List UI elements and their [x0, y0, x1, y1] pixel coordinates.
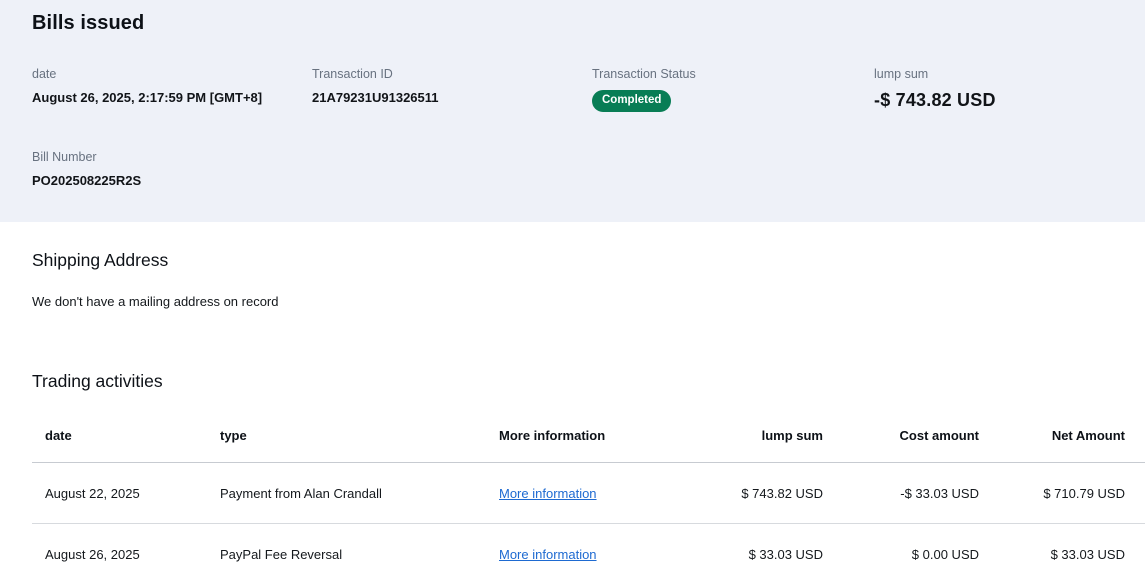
field-bill-number: Bill Number PO202508225R2S	[32, 150, 312, 188]
bill-summary-section: Bills issued date August 26, 2025, 2:17:…	[0, 0, 1145, 222]
field-date-value: August 26, 2025, 2:17:59 PM [GMT+8]	[32, 90, 263, 105]
field-transaction-id-value: 21A79231U91326511	[312, 90, 439, 105]
trading-activities-title: Trading activities	[32, 371, 163, 391]
column-header-type: type	[220, 408, 499, 463]
page-title: Bills issued	[32, 12, 145, 34]
cell-type: Payment from Alan Crandall	[220, 462, 499, 524]
field-lump-sum-label: lump sum	[874, 67, 929, 81]
trading-activities-section: Trading activities date type More inform…	[0, 309, 1145, 578]
cell-lump-sum: $ 33.03 USD	[680, 523, 823, 578]
field-transaction-id: Transaction ID 21A79231U91326511	[312, 67, 592, 112]
field-transaction-id-label: Transaction ID	[312, 67, 393, 81]
status-badge: Completed	[592, 90, 672, 112]
trading-activities-table: date type More information lump sum Cost…	[32, 408, 1145, 578]
table-row: August 22, 2025 Payment from Alan Cranda…	[32, 462, 1145, 524]
more-information-link[interactable]: More information	[499, 486, 597, 501]
field-lump-sum: lump sum -$ 743.82 USD	[874, 67, 1113, 112]
field-transaction-status-label: Transaction Status	[592, 67, 696, 81]
shipping-address-title: Shipping Address	[32, 250, 169, 270]
cell-net-amount: $ 710.79 USD	[979, 462, 1145, 524]
field-date-label: date	[32, 67, 57, 81]
field-transaction-status: Transaction Status Completed	[592, 67, 874, 112]
cell-date: August 26, 2025	[32, 523, 220, 578]
more-information-link[interactable]: More information	[499, 547, 597, 562]
column-header-lump-sum: lump sum	[680, 408, 823, 463]
column-header-date: date	[32, 408, 220, 463]
column-header-cost-amount: Cost amount	[823, 408, 979, 463]
field-transaction-status-value: Completed	[592, 90, 874, 112]
shipping-address-section: Shipping Address We don't have a mailing…	[0, 222, 1145, 309]
field-date: date August 26, 2025, 2:17:59 PM [GMT+8]	[32, 67, 312, 112]
cell-type: PayPal Fee Reversal	[220, 523, 499, 578]
shipping-address-message: We don't have a mailing address on recor…	[32, 294, 279, 309]
cell-lump-sum: $ 743.82 USD	[680, 462, 823, 524]
cell-date: August 22, 2025	[32, 462, 220, 524]
summary-fields: date August 26, 2025, 2:17:59 PM [GMT+8]…	[32, 67, 1113, 188]
field-bill-number-label: Bill Number	[32, 149, 97, 164]
bill-details-page: Bills issued date August 26, 2025, 2:17:…	[0, 0, 1145, 578]
cell-net-amount: $ 33.03 USD	[979, 523, 1145, 578]
column-header-net-amount: Net Amount	[979, 408, 1145, 463]
table-header-row: date type More information lump sum Cost…	[32, 408, 1145, 463]
field-bill-number-value: PO202508225R2S	[32, 172, 142, 188]
column-header-more-information: More information	[499, 408, 680, 463]
cell-more-information: More information	[499, 523, 680, 578]
cell-more-information: More information	[499, 462, 680, 524]
field-lump-sum-value: -$ 743.82 USD	[874, 90, 996, 110]
table-row: August 26, 2025 PayPal Fee Reversal More…	[32, 523, 1145, 578]
cell-cost-amount: -$ 33.03 USD	[823, 462, 979, 524]
cell-cost-amount: $ 0.00 USD	[823, 523, 979, 578]
